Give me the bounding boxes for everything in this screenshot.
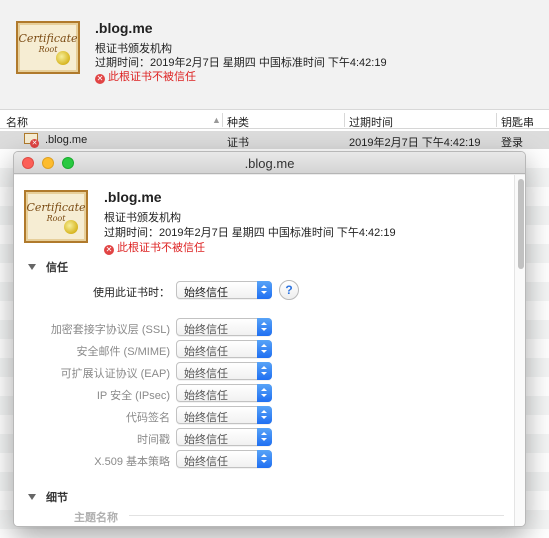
- row-expires: 2019年2月7日 下午4:42:19: [349, 137, 481, 149]
- row-name: .blog.me: [45, 134, 88, 146]
- window-content: Certificate Root .blog.me 根证书颁发机构 过期时间：2…: [14, 175, 514, 526]
- certificate-icon: Certificate Root: [24, 190, 88, 243]
- certificate-icon-subtext: Root: [46, 214, 66, 223]
- smime-label: 安全邮件 (S/MIME): [76, 346, 171, 358]
- seal-icon: [56, 51, 70, 65]
- cert-warning: ✕ 此根证书不被信任: [95, 68, 196, 84]
- trust-section-toggle[interactable]: 信任: [28, 259, 68, 275]
- popup-value: 始终信任: [184, 412, 228, 424]
- popup-value: 始终信任: [184, 287, 228, 299]
- row-kind: 证书: [227, 137, 249, 149]
- row-keychain: 登录: [501, 137, 523, 149]
- x509-label: X.509 基本策略: [94, 456, 170, 468]
- trust-section-label: 信任: [46, 262, 68, 274]
- error-icon: ✕: [95, 74, 105, 84]
- details-section-toggle[interactable]: 细节: [28, 489, 68, 505]
- popup-arrows-icon: [257, 406, 272, 424]
- title-bar[interactable]: .blog.me: [14, 152, 525, 174]
- column-kind[interactable]: 种类: [227, 114, 249, 130]
- divider: [129, 515, 504, 516]
- popup-arrows-icon: [257, 428, 272, 446]
- popup-arrows-icon: [257, 281, 272, 299]
- disclosure-triangle-icon: [28, 264, 36, 270]
- error-icon: ✕: [104, 245, 114, 255]
- sort-up-icon: ▲: [212, 115, 221, 125]
- certificate-icon-text: Certificate: [18, 32, 78, 45]
- x509-popup[interactable]: 始终信任: [176, 450, 272, 468]
- certificate-small-icon: ✕: [24, 133, 39, 148]
- certificate-window: .blog.me Certificate Root .blog.me 根证书颁发…: [13, 151, 526, 527]
- column-header-bar: 名称 ▲ 种类 过期时间 钥匙串: [0, 111, 549, 129]
- ssl-label: 加密套接字协议层 (SSL): [50, 324, 170, 336]
- popup-arrows-icon: [257, 362, 272, 380]
- error-badge-icon: ✕: [30, 139, 39, 148]
- popup-arrows-icon: [257, 384, 272, 402]
- disclosure-triangle-icon: [28, 494, 36, 500]
- ipsec-popup[interactable]: 始终信任: [176, 384, 272, 402]
- popup-value: 始终信任: [184, 368, 228, 380]
- background-cert-header: Certificate Root .blog.me 根证书颁发机构 过期时间：2…: [0, 0, 549, 110]
- scrollbar[interactable]: [514, 175, 525, 526]
- column-divider: [344, 113, 345, 127]
- popup-value: 始终信任: [184, 346, 228, 358]
- timestamp-label: 时间戳: [137, 434, 170, 446]
- ipsec-label: IP 安全 (IPsec): [96, 390, 170, 402]
- popup-arrows-icon: [257, 450, 272, 468]
- code-signing-popup[interactable]: 始终信任: [176, 406, 272, 424]
- certificate-icon: Certificate Root: [16, 21, 80, 74]
- timestamp-popup[interactable]: 始终信任: [176, 428, 272, 446]
- column-divider: [222, 113, 223, 127]
- column-name[interactable]: 名称: [6, 114, 28, 130]
- column-divider: [496, 113, 497, 127]
- when-using-popup[interactable]: 始终信任: [176, 281, 272, 299]
- column-expires[interactable]: 过期时间: [349, 114, 393, 130]
- popup-value: 始终信任: [184, 390, 228, 402]
- cert-issuer-type: 根证书颁发机构: [104, 212, 181, 224]
- popup-value: 始终信任: [184, 434, 228, 446]
- popup-arrows-icon: [257, 318, 272, 336]
- smime-popup[interactable]: 始终信任: [176, 340, 272, 358]
- cert-warning-text: 此根证书不被信任: [117, 242, 205, 254]
- table-row[interactable]: .blog.me 证书 2019年2月7日 下午4:42:19 登录: [0, 131, 549, 149]
- cert-warning-text: 此根证书不被信任: [108, 71, 196, 83]
- seal-icon: [64, 220, 78, 234]
- certificate-icon-subtext: Root: [38, 45, 58, 54]
- cert-title: .blog.me: [104, 189, 162, 205]
- popup-value: 始终信任: [184, 324, 228, 336]
- window-title: .blog.me: [244, 156, 295, 171]
- cert-title: .blog.me: [95, 20, 153, 36]
- cert-expiry: 过期时间：2019年2月7日 星期四 中国标准时间 下午4:42:19: [104, 227, 396, 239]
- subject-name-label: 主题名称: [74, 512, 118, 524]
- code-signing-label: 代码签名: [126, 412, 170, 424]
- when-using-label: 使用此证书时：: [93, 287, 170, 299]
- help-button[interactable]: ?: [279, 280, 299, 300]
- ssl-popup[interactable]: 始终信任: [176, 318, 272, 336]
- eap-popup[interactable]: 始终信任: [176, 362, 272, 380]
- scrollbar-thumb[interactable]: [518, 179, 524, 269]
- certificate-icon-text: Certificate: [26, 201, 86, 214]
- popup-value: 始终信任: [184, 456, 228, 468]
- eap-label: 可扩展认证协议 (EAP): [60, 368, 170, 380]
- details-section-label: 细节: [46, 492, 68, 504]
- popup-arrows-icon: [257, 340, 272, 358]
- column-keychain[interactable]: 钥匙串: [501, 114, 534, 130]
- cert-warning: ✕ 此根证书不被信任: [104, 239, 205, 255]
